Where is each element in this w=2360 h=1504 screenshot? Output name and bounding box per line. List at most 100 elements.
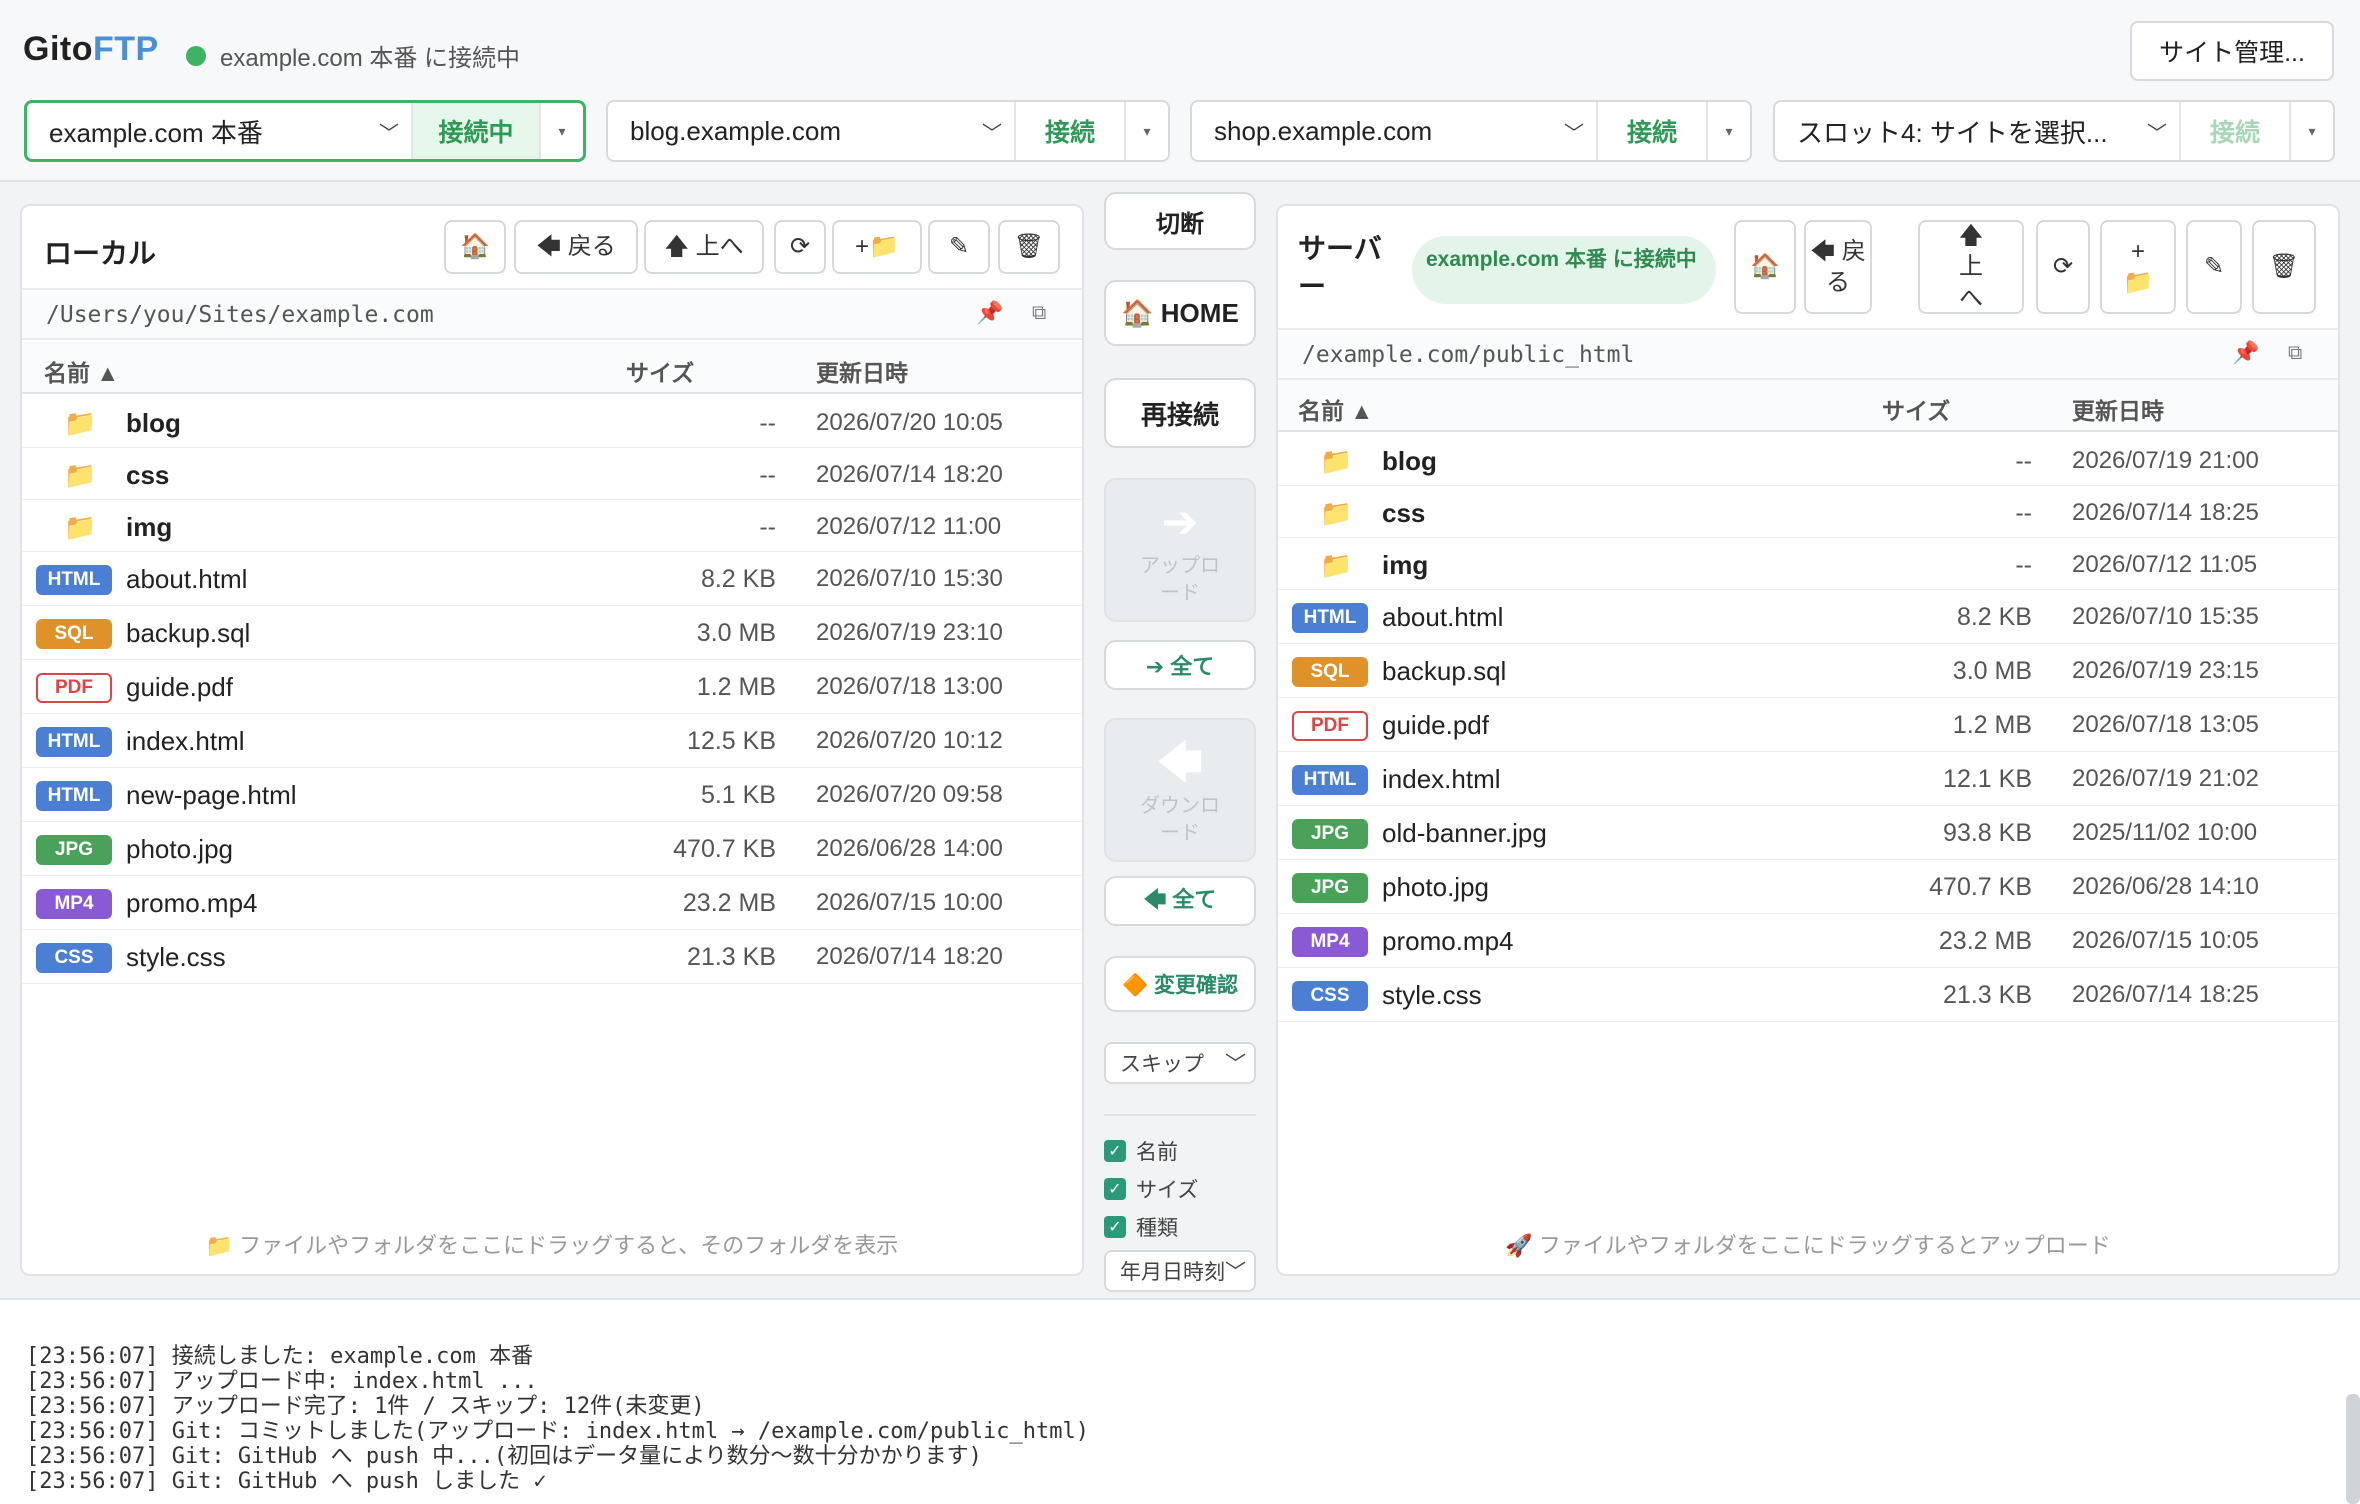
file-row[interactable]: 📁 css -- 2026/07/14 18:20 [22, 448, 1082, 500]
download-button[interactable]: 🡄 ダウンロード [1104, 718, 1256, 862]
file-row[interactable]: 📁 blog -- 2026/07/19 21:00 [1278, 434, 2338, 486]
slot-2-menu-button[interactable]: ▾ [1126, 102, 1168, 160]
local-col-size[interactable]: サイズ [626, 354, 694, 388]
file-row[interactable]: PDF guide.pdf 1.2 MB 2026/07/18 13:00 [22, 660, 1082, 714]
server-col-date[interactable]: 更新日時 [2072, 392, 2164, 426]
file-row[interactable]: 📁 css -- 2026/07/14 18:25 [1278, 486, 2338, 538]
log-scrollbar[interactable] [2346, 1394, 2360, 1504]
reconnect-button[interactable]: 再接続 [1104, 378, 1256, 448]
file-row[interactable]: MP4 promo.mp4 23.2 MB 2026/07/15 10:05 [1278, 914, 2338, 968]
file-row[interactable]: 📁 blog -- 2026/07/20 10:05 [22, 396, 1082, 448]
server-col-name[interactable]: 名前 ▲ [1298, 392, 1373, 426]
server-back-button[interactable]: 🡄 戻る [1804, 220, 1872, 314]
slot-3-site-select[interactable]: shop.example.com ﹀ [1192, 102, 1598, 160]
file-row[interactable]: SQL backup.sql 3.0 MB 2026/07/19 23:15 [1278, 644, 2338, 698]
file-row[interactable]: JPG old-banner.jpg 93.8 KB 2025/11/02 10:00 [1278, 806, 2338, 860]
upload-all-button[interactable]: ➔ 全て [1104, 640, 1256, 690]
slot-1-connect-button[interactable]: 接続中 [413, 103, 541, 159]
file-row[interactable]: 📁 img -- 2026/07/12 11:05 [1278, 538, 2338, 590]
file-name: backup.sql [1382, 656, 1507, 686]
local-rename-button[interactable]: ✎ [928, 220, 990, 274]
upload-button[interactable]: ➔ アップロード [1104, 478, 1256, 622]
compare-name-label: 名前 [1136, 1141, 1178, 1164]
slot-3-connect-button[interactable]: 接続 [1598, 102, 1708, 160]
local-refresh-button[interactable]: ⟳ [774, 220, 826, 274]
file-row[interactable]: HTML new-page.html 5.1 KB 2026/07/20 09:58 [22, 768, 1082, 822]
file-name: photo.jpg [126, 834, 233, 864]
file-row[interactable]: JPG photo.jpg 470.7 KB 2026/06/28 14:00 [22, 822, 1082, 876]
home-button[interactable]: 🏠 HOME [1104, 280, 1256, 346]
file-date: 2026/07/19 21:02 [2072, 765, 2259, 792]
download-all-button[interactable]: 🡄 全て [1104, 876, 1256, 926]
pin-icon[interactable]: 📌 [976, 300, 1003, 326]
server-home-button[interactable]: 🏠 [1734, 220, 1796, 314]
server-delete-button[interactable]: 🗑 [2252, 220, 2316, 314]
slot-4-menu-button[interactable]: ▾ [2291, 102, 2333, 160]
local-drop-hint: 📁 ファイルやフォルダをここにドラッグすると、そのフォルダを表示 [205, 1233, 899, 1258]
slot-2-site-select[interactable]: blog.example.com ﹀ [608, 102, 1016, 160]
slot-4-site-select[interactable]: スロット4: サイトを選択... ﹀ [1775, 102, 2181, 160]
compare-name-checkbox[interactable]: ✓ 名前 [1104, 1136, 1178, 1166]
slot-4-connect-button[interactable]: 接続 [2181, 102, 2291, 160]
local-delete-button[interactable]: 🗑 [998, 220, 1060, 274]
file-date: 2026/07/18 13:00 [816, 673, 1003, 700]
compare-kind-label: 種類 [1136, 1217, 1178, 1240]
pin-icon[interactable]: 📌 [2232, 340, 2259, 366]
server-up-button[interactable]: 🡅 上へ [1918, 220, 2024, 314]
slot-3-menu-button[interactable]: ▾ [1708, 102, 1750, 160]
file-type-badge: JPG [36, 835, 112, 865]
skip-mode-select[interactable]: スキップ ﹀ [1104, 1042, 1256, 1084]
file-name: old-banner.jpg [1382, 818, 1547, 848]
copy-icon[interactable]: ⧉ [1032, 302, 1046, 325]
server-col-size[interactable]: サイズ [1882, 392, 1950, 426]
server-new-folder-button[interactable]: + 📁 [2100, 220, 2176, 314]
file-size: 21.3 KB [1943, 981, 2032, 1009]
check-changes-button[interactable]: 🔶 変更確認 [1104, 956, 1256, 1012]
file-row[interactable]: 📁 img -- 2026/07/12 11:00 [22, 500, 1082, 552]
slot-2-connect-button[interactable]: 接続 [1016, 102, 1126, 160]
local-back-button[interactable]: 🡄 戻る [514, 220, 638, 274]
date-compare-select[interactable]: 年月日時刻 ﹀ [1104, 1250, 1256, 1292]
compare-kind-checkbox[interactable]: ✓ 種類 [1104, 1212, 1178, 1242]
connection-slot-2: blog.example.com ﹀ 接続 ▾ [606, 100, 1170, 162]
file-type-badge: CSS [1292, 981, 1368, 1011]
site-manager-button[interactable]: サイト管理... [2130, 21, 2334, 81]
chevron-down-icon: ﹀ [982, 122, 1002, 145]
file-name: css [126, 460, 170, 490]
server-refresh-button[interactable]: ⟳ [2036, 220, 2090, 314]
file-row[interactable]: PDF guide.pdf 1.2 MB 2026/07/18 13:05 [1278, 698, 2338, 752]
disconnect-button[interactable]: 切断 [1104, 192, 1256, 250]
file-size: -- [759, 461, 776, 489]
file-name: img [126, 512, 173, 542]
file-row[interactable]: JPG photo.jpg 470.7 KB 2026/06/28 14:10 [1278, 860, 2338, 914]
server-column-header: 名前 ▲ サイズ 更新日時 [1278, 380, 2338, 432]
local-path-bar[interactable]: /Users/you/Sites/example.com 📌 ⧉ [22, 288, 1082, 340]
copy-icon[interactable]: ⧉ [2288, 342, 2302, 365]
file-name: about.html [126, 564, 248, 594]
file-name: style.css [1382, 980, 1482, 1010]
file-row[interactable]: HTML about.html 8.2 KB 2026/07/10 15:35 [1278, 590, 2338, 644]
file-row[interactable]: CSS style.css 21.3 KB 2026/07/14 18:20 [22, 930, 1082, 984]
file-row[interactable]: MP4 promo.mp4 23.2 MB 2026/07/15 10:00 [22, 876, 1082, 930]
slot-1-site: example.com 本番 [49, 117, 263, 148]
file-row[interactable]: HTML index.html 12.5 KB 2026/07/20 10:12 [22, 714, 1082, 768]
slot-1-site-select[interactable]: example.com 本番 ﹀ [27, 103, 413, 159]
local-col-name[interactable]: 名前 ▲ [44, 354, 119, 388]
server-drop-hint: 🚀 ファイルやフォルダをここにドラッグするとアップロード [1505, 1233, 2111, 1258]
file-row[interactable]: SQL backup.sql 3.0 MB 2026/07/19 23:10 [22, 606, 1082, 660]
server-path-bar[interactable]: /example.com/public_html 📌 ⧉ [1278, 328, 2338, 380]
file-name: index.html [126, 726, 245, 756]
local-home-button[interactable]: 🏠 [444, 220, 506, 274]
compare-size-checkbox[interactable]: ✓ サイズ [1104, 1174, 1198, 1204]
local-col-date[interactable]: 更新日時 [816, 354, 908, 388]
slot-1-menu-button[interactable]: ▾ [541, 103, 583, 159]
file-date: 2026/07/15 10:00 [816, 889, 1003, 916]
file-row[interactable]: HTML index.html 12.1 KB 2026/07/19 21:02 [1278, 752, 2338, 806]
server-rename-button[interactable]: ✎ [2186, 220, 2242, 314]
slot-3-site: shop.example.com [1214, 115, 1433, 146]
local-new-folder-button[interactable]: +📁 [832, 220, 922, 274]
file-row[interactable]: CSS style.css 21.3 KB 2026/07/14 18:25 [1278, 968, 2338, 1022]
local-up-button[interactable]: 🡅 上へ [644, 220, 764, 274]
file-row[interactable]: HTML about.html 8.2 KB 2026/07/10 15:30 [22, 552, 1082, 606]
file-type-badge: HTML [36, 781, 112, 811]
